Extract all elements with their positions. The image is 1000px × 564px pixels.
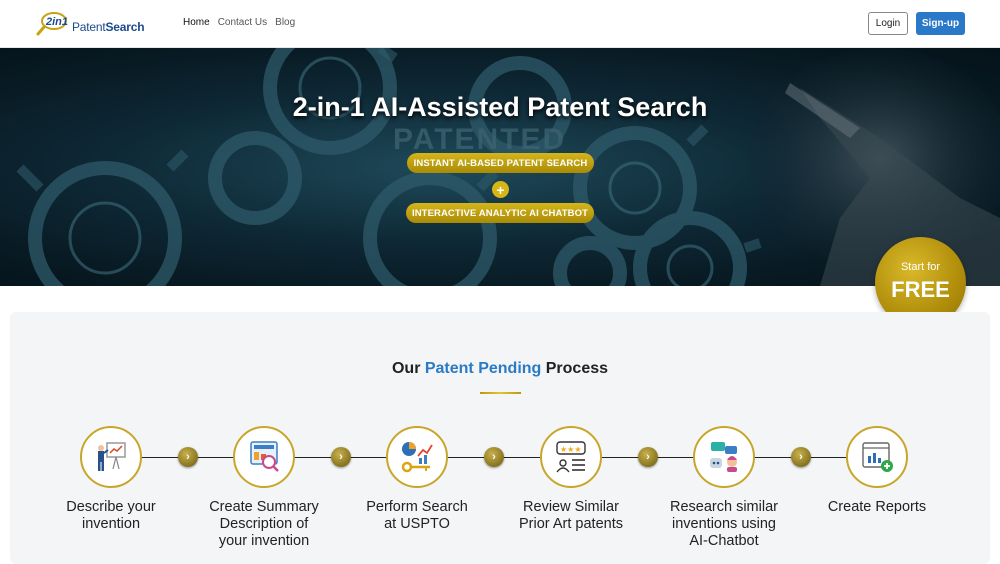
step-1-label: Describe your invention: [66, 499, 156, 532]
step-1-circle: [80, 426, 142, 488]
plus-icon: +: [492, 181, 509, 198]
feature-pill-ai-search: INSTANT AI-BASED PATENT SEARCH: [407, 153, 594, 173]
nav-link-blog[interactable]: Blog: [275, 17, 295, 28]
step-6-label: Create Reports: [827, 499, 927, 515]
next-arrow-icon: ›: [484, 447, 504, 467]
start-free-small: Start for: [900, 261, 941, 273]
report-add-icon: [862, 442, 893, 472]
step-5-circle: [693, 426, 755, 488]
next-arrow-icon: ›: [791, 447, 811, 467]
nav-link-contact[interactable]: Contact Us: [218, 17, 267, 28]
start-free-big: FREE: [891, 277, 950, 302]
step-3-label: Perform Search at USPTO: [366, 499, 468, 532]
process-title: Our Patent Pending Process: [391, 360, 609, 377]
process-section: Our Patent Pending Process › › › ★★★ › ›…: [10, 312, 990, 564]
login-button[interactable]: Login: [868, 12, 908, 35]
next-arrow-icon: ›: [331, 447, 351, 467]
step-4-circle: ★★★: [540, 426, 602, 488]
next-arrow-icon: ›: [638, 447, 658, 467]
hero-title: 2-in-1 AI-Assisted Patent Search: [292, 92, 708, 122]
presenter-icon: [98, 442, 126, 471]
site-logo[interactable]: 2in1 PatentSearch: [36, 8, 156, 40]
step-5-label: Research similar inventions using AI-Chatb…: [670, 499, 778, 549]
hero-banner: PATENTED 2-in-1 AI-Assisted Patent Searc…: [0, 48, 1000, 286]
document-magnifier-icon: [250, 441, 279, 472]
nav-link-home[interactable]: Home: [183, 17, 210, 28]
signup-button[interactable]: Sign-up: [916, 12, 965, 35]
top-navbar: 2in1 PatentSearch Home Contact Us Blog L…: [0, 0, 1000, 48]
magnifier-logo-icon: 2in1: [36, 12, 68, 36]
step-4-label: Review Similar Prior Art patents: [519, 499, 623, 532]
next-arrow-icon: ›: [178, 447, 198, 467]
hero-bg-word: PATENTED: [393, 123, 566, 156]
nav-links: Home Contact Us Blog: [183, 17, 303, 28]
title-underline: [480, 392, 521, 394]
feature-pill-ai-chatbot: INTERACTIVE ANALYTIC AI CHATBOT: [406, 203, 594, 223]
chatbot-icon: [710, 442, 737, 472]
logo-mark-text: 2in1: [45, 16, 68, 28]
step-6-circle: [846, 426, 908, 488]
svg-text:★★★: ★★★: [560, 445, 582, 454]
step-3-circle: [386, 426, 448, 488]
step-2-circle: [233, 426, 295, 488]
chart-key-icon: [401, 442, 433, 473]
rating-review-icon: ★★★: [556, 441, 586, 473]
logo-text: PatentSearch: [72, 20, 145, 34]
step-2-label: Create Summary Description of your inventi…: [209, 499, 319, 549]
